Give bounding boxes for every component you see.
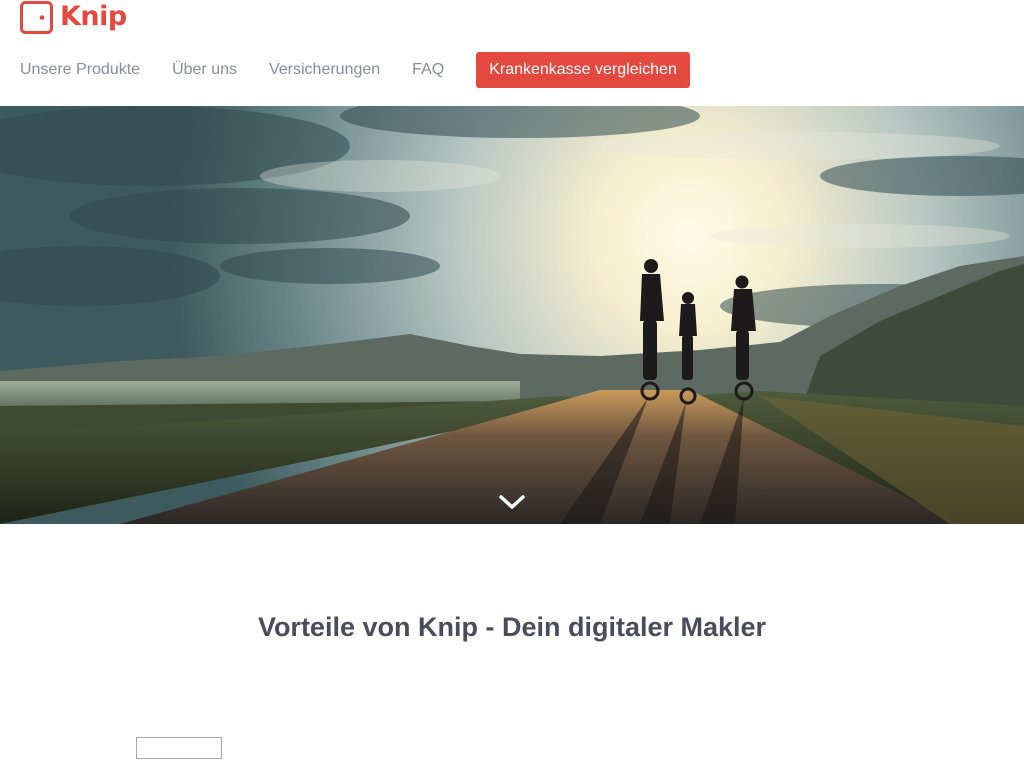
chevron-down-icon[interactable] <box>498 492 526 512</box>
nav-item-insurances[interactable]: Versicherungen <box>269 52 380 88</box>
hero-image <box>0 106 1024 524</box>
section-title: Vorteile von Knip - Dein digitaler Makle… <box>257 612 767 642</box>
site-header: Knip Unsere Produkte Über uns Versicheru… <box>0 0 1024 106</box>
main-nav: Unsere Produkte Über uns Versicherungen … <box>20 52 690 88</box>
logo-mark-icon <box>20 0 53 34</box>
knip-logo[interactable]: Knip <box>20 0 127 34</box>
logo-text: Knip <box>60 1 127 32</box>
nav-item-products[interactable]: Unsere Produkte <box>20 52 140 88</box>
compare-health-insurance-button[interactable]: Krankenkasse vergleichen <box>476 52 690 88</box>
nav-item-about[interactable]: Über uns <box>172 52 237 88</box>
nav-item-faq[interactable]: FAQ <box>412 52 444 88</box>
empty-box <box>136 737 222 759</box>
hero-banner <box>0 106 1024 524</box>
